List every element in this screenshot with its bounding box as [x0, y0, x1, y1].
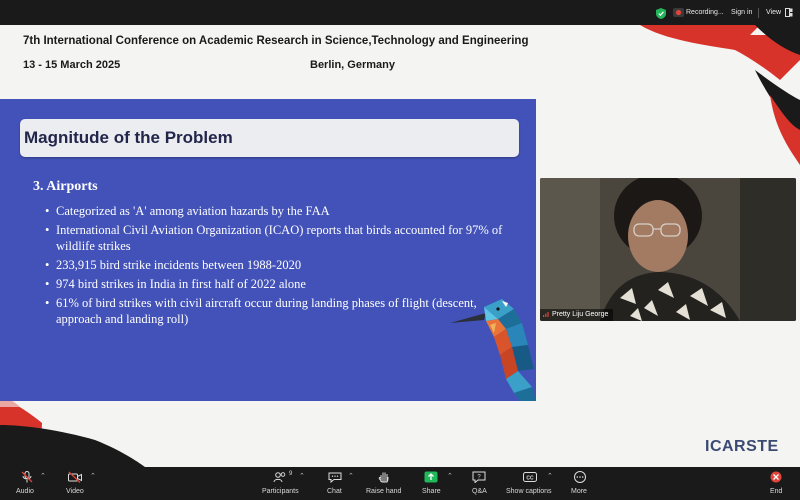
view-grid-icon[interactable] [785, 8, 793, 17]
qa-button[interactable]: ? Q&A [466, 467, 492, 500]
chat-label: Chat [327, 488, 342, 495]
conference-location: Berlin, Germany [310, 59, 395, 71]
more-label: More [571, 488, 587, 495]
slide-heading: Magnitude of the Problem [24, 128, 233, 147]
connection-signal-icon [543, 312, 549, 317]
topbar-divider [758, 8, 759, 18]
participants-options-caret-icon[interactable]: ⌃ [299, 472, 305, 480]
presentation-slide: Magnitude of the Problem 3. Airports Cat… [0, 99, 536, 401]
audio-options-caret-icon[interactable]: ⌃ [40, 472, 46, 480]
participant-video-tile[interactable]: Pretty Liju George [540, 178, 796, 321]
qa-label: Q&A [472, 488, 487, 495]
closed-captions-icon: CC [523, 472, 537, 482]
shared-screen: 7th International Conference on Academic… [0, 25, 800, 467]
slide-bullet: 974 bird strikes in India in first half … [45, 276, 505, 292]
end-label: End [770, 488, 783, 495]
chat-bubble-icon [328, 472, 342, 483]
slide-bullet: Categorized as 'A' among aviation hazard… [45, 203, 505, 219]
meeting-top-bar: Recording... Sign in View [0, 0, 800, 25]
video-camera-off-icon [68, 471, 82, 483]
participants-icon [273, 472, 286, 483]
slide-bullet-list: Categorized as 'A' among aviation hazard… [45, 203, 505, 330]
sign-in-link[interactable]: Sign in [731, 9, 752, 16]
video-options-caret-icon[interactable]: ⌃ [90, 472, 96, 480]
end-meeting-button[interactable]: End [762, 467, 790, 500]
video-button[interactable]: Video [62, 467, 92, 500]
recording-status[interactable]: Recording... [686, 9, 724, 16]
qa-icon: ? [472, 471, 486, 483]
share-options-caret-icon[interactable]: ⌃ [447, 472, 453, 480]
microphone-muted-icon [21, 471, 33, 483]
participant-name-tag: Pretty Liju George [540, 309, 614, 321]
share-screen-icon [424, 471, 438, 483]
slide-section-title: 3. Airports [33, 179, 98, 194]
show-captions-label: Show captions [506, 488, 552, 495]
slide-bullet: 61% of bird strikes with civil aircraft … [45, 295, 505, 327]
share-button[interactable]: Share [418, 467, 444, 500]
slide-bullet: International Civil Aviation Organizatio… [45, 222, 505, 254]
conference-title: 7th International Conference on Academic… [23, 35, 529, 47]
participant-name: Pretty Liju George [552, 311, 609, 318]
raise-hand-icon [378, 472, 389, 483]
video-label: Video [66, 488, 84, 495]
conference-logo: ICARSTE [705, 438, 779, 455]
kingfisher-illustration [450, 299, 536, 401]
recording-icon [673, 8, 684, 17]
participants-count: 9 [289, 471, 293, 477]
conference-dates: 13 - 15 March 2025 [23, 59, 121, 71]
chat-options-caret-icon[interactable]: ⌃ [348, 472, 354, 480]
participants-label: Participants [262, 488, 299, 495]
more-button[interactable]: More [566, 467, 594, 500]
svg-text:CC: CC [526, 475, 534, 481]
shield-icon[interactable] [656, 8, 666, 19]
view-button[interactable]: View [766, 9, 781, 16]
raise-hand-label: Raise hand [366, 488, 402, 495]
share-label: Share [422, 488, 441, 495]
slide-heading-box: Magnitude of the Problem [20, 119, 519, 157]
participant-video-feed [540, 178, 796, 321]
more-options-icon [574, 471, 586, 483]
raise-hand-button[interactable]: Raise hand [362, 467, 406, 500]
chat-button[interactable]: Chat [322, 467, 348, 500]
end-call-icon [770, 471, 782, 483]
captions-options-caret-icon[interactable]: ⌃ [547, 472, 553, 480]
audio-button[interactable]: Audio [12, 467, 42, 500]
slide-bullet: 233,915 bird strike incidents between 19… [45, 257, 505, 273]
meeting-toolbar: Audio ⌃ Video ⌃ 9 Participants ⌃ Chat ⌃ … [0, 467, 800, 500]
audio-label: Audio [16, 488, 34, 495]
